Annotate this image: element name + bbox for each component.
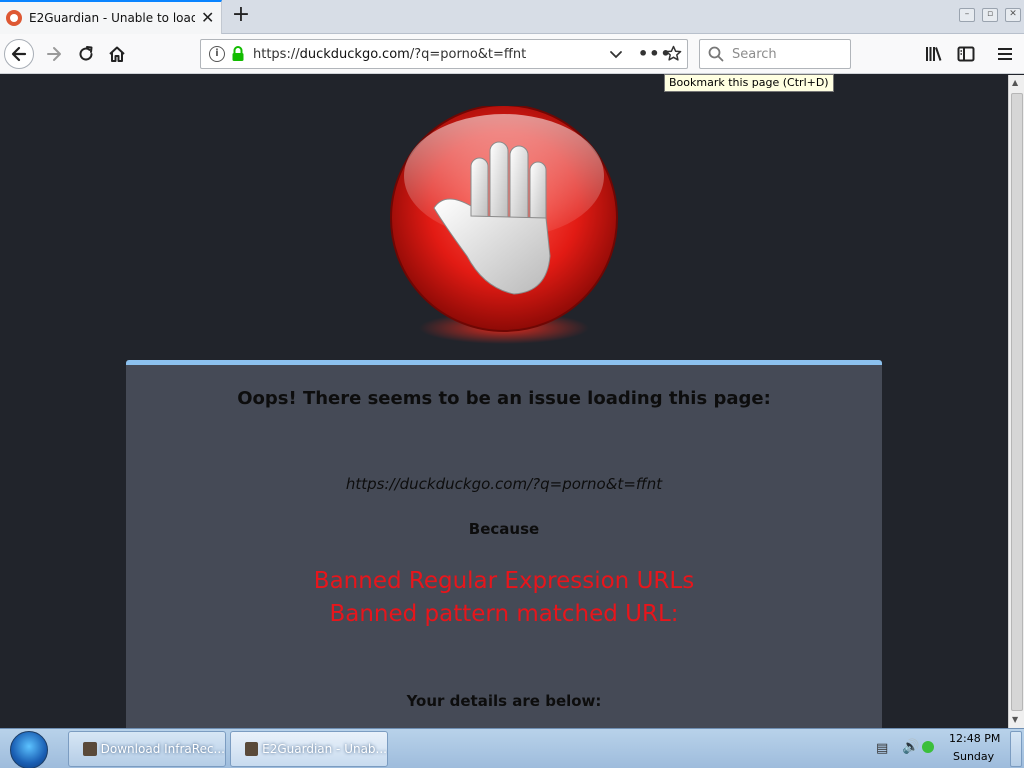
home-icon — [109, 46, 125, 62]
library-icon — [926, 47, 942, 61]
library-button[interactable] — [920, 40, 948, 68]
menu-button[interactable] — [991, 40, 1019, 68]
url-prefix: https:// — [253, 46, 300, 62]
sidebar-icon — [957, 46, 975, 62]
close-icon[interactable]: ✕ — [201, 10, 214, 26]
app-icon — [83, 742, 97, 756]
volume-icon[interactable]: 🔊 — [902, 739, 919, 755]
block-reason-line-2: Banned pattern matched URL: — [329, 601, 679, 627]
navigation-toolbar: i https://duckduckgo.com/?q=porno&t=ffnt… — [0, 34, 1024, 74]
duckduckgo-favicon-icon — [6, 10, 22, 26]
because-label: Because — [468, 520, 540, 538]
scroll-up-arrow-icon[interactable]: ▲ — [1012, 78, 1018, 87]
error-card: Oops! There seems to be an issue loading… — [126, 360, 882, 728]
restore-button[interactable]: ▫ — [982, 8, 998, 22]
home-button[interactable] — [103, 40, 131, 68]
back-arrow-icon — [11, 46, 27, 62]
search-icon — [708, 46, 724, 62]
app-icon — [245, 742, 259, 756]
taskbar-item-label: E2Guardian - Unab... — [262, 742, 387, 756]
bookmark-tooltip: Bookmark this page (Ctrl+D) — [664, 74, 834, 92]
windows-start-icon[interactable] — [10, 731, 48, 768]
forward-button[interactable] — [40, 40, 68, 68]
reload-button[interactable] — [72, 40, 100, 68]
windows-taskbar: Download InfraRec... E2Guardian - Unab..… — [0, 728, 1024, 768]
url-text: https://duckduckgo.com/?q=porno&t=ffnt — [253, 47, 526, 62]
info-icon[interactable]: i — [209, 46, 225, 62]
plus-icon[interactable]: + — [230, 4, 252, 28]
back-button[interactable] — [4, 39, 34, 69]
security-shield-icon[interactable] — [922, 741, 934, 753]
tab-strip: E2Guardian - Unable to load web page ✕ +… — [0, 0, 1024, 34]
scroll-down-arrow-icon[interactable]: ▼ — [1012, 715, 1018, 724]
clock-time[interactable]: 12:48 PM — [949, 732, 1000, 745]
taskbar-item-download[interactable]: Download InfraRec... — [68, 731, 226, 767]
taskbar-item-e2guardian[interactable]: E2Guardian - Unab... — [230, 731, 388, 767]
network-icon[interactable]: ▤ — [876, 741, 888, 756]
vertical-scrollbar[interactable]: ▲ ▼ — [1008, 75, 1024, 728]
blocked-url: https://duckduckgo.com/?q=porno&t=ffnt — [345, 475, 663, 493]
close-window-button[interactable]: ✕ — [1005, 8, 1021, 22]
search-placeholder: Search — [732, 46, 777, 62]
scroll-thumb[interactable] — [1011, 93, 1023, 711]
page-title: Oops! There seems to be an issue loading… — [237, 388, 771, 409]
page-content: Oops! There seems to be an issue loading… — [0, 75, 1008, 728]
clock-day[interactable]: Sunday — [953, 750, 994, 763]
reload-icon — [79, 46, 93, 61]
minimize-button[interactable]: – — [959, 8, 975, 22]
star-icon[interactable] — [665, 45, 682, 66]
sidebar-button[interactable] — [952, 40, 980, 68]
show-desktop-button[interactable] — [1010, 731, 1022, 767]
url-bar[interactable]: i https://duckduckgo.com/?q=porno&t=ffnt… — [200, 39, 688, 69]
url-path: /?q=porno&t=ffnt — [409, 46, 527, 62]
tab-title: E2Guardian - Unable to load web page — [29, 11, 195, 25]
search-field[interactable]: Search — [699, 39, 851, 69]
url-host: duckduckgo.com — [299, 46, 410, 62]
chevron-down-icon[interactable] — [609, 46, 623, 65]
details-heading: Your details are below: — [406, 692, 602, 710]
lock-icon — [232, 46, 244, 61]
block-reason-line-1: Banned Regular Expression URLs — [313, 568, 695, 594]
block-reason: Banned Regular Expression URLs Banned pa… — [126, 565, 882, 631]
taskbar-item-label: Download InfraRec... — [100, 742, 225, 756]
tab-e2guardian[interactable]: E2Guardian - Unable to load web page ✕ — [0, 0, 222, 34]
forward-arrow-icon — [47, 47, 61, 61]
menu-icon — [998, 48, 1012, 60]
stop-hand-icon — [390, 106, 618, 344]
